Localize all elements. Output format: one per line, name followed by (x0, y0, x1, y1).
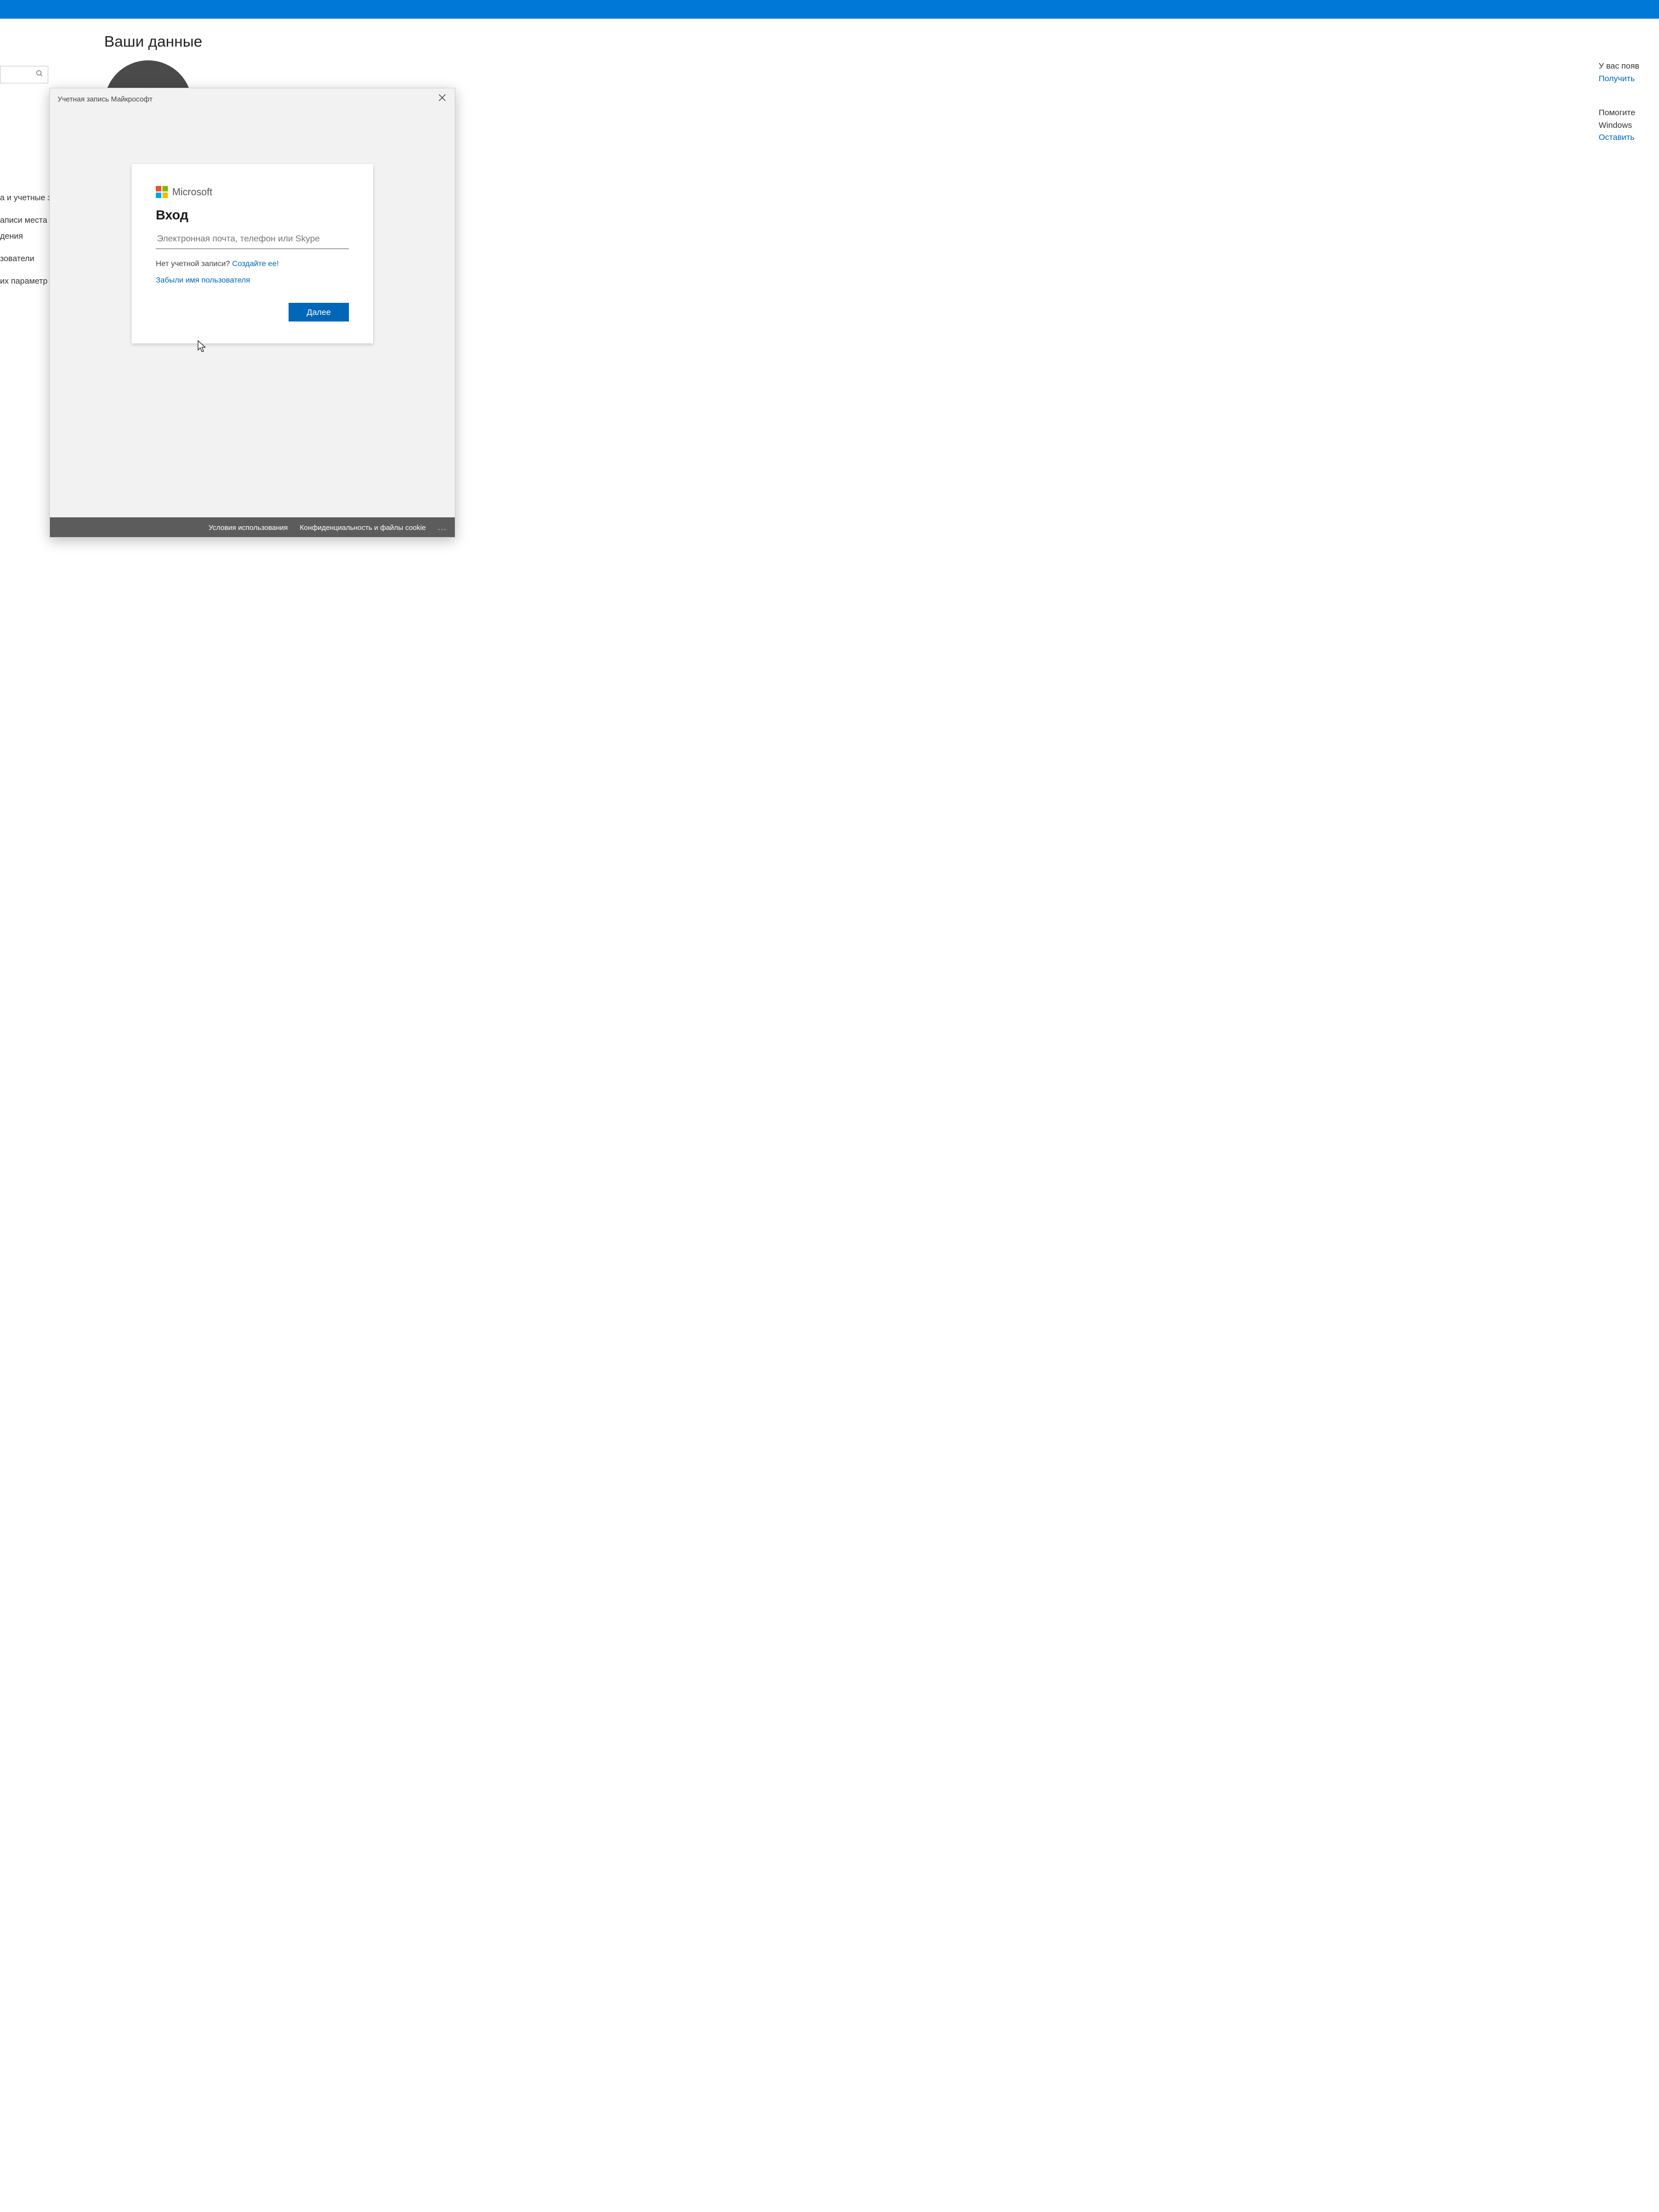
no-account-text: Нет учетной записи? (156, 259, 232, 268)
next-button[interactable]: Далее (289, 303, 349, 321)
right-pane-text: У вас появ (1599, 60, 1659, 73)
microsoft-brand-text: Microsoft (172, 187, 212, 198)
signin-identity-input[interactable] (156, 231, 349, 249)
microsoft-logo-icon (156, 186, 168, 198)
settings-search-input[interactable] (0, 66, 48, 83)
right-pane-text: Windows (1599, 120, 1659, 132)
right-pane-link[interactable]: Оставить (1599, 132, 1659, 144)
right-pane-text: Помогите (1599, 107, 1659, 120)
window-titlebar-accent (0, 0, 1659, 19)
footer-privacy-link[interactable]: Конфиденциальность и файлы cookie (300, 523, 426, 532)
footer-more-button[interactable]: ... (438, 523, 447, 532)
dialog-body: Microsoft Вход Нет учетной записи? Созда… (50, 109, 455, 517)
close-icon (439, 94, 445, 104)
ms-account-dialog: Учетная запись Майкрософт Microsoft Вход (49, 88, 455, 538)
settings-right-pane: У вас появ Получить Помогите Windows Ост… (1599, 60, 1659, 166)
search-icon (36, 70, 43, 80)
signin-heading: Вход (156, 208, 349, 223)
forgot-username-link[interactable]: Забыли имя пользователя (156, 275, 250, 284)
dialog-titlebar: Учетная запись Майкрософт (50, 88, 455, 109)
signin-card: Microsoft Вход Нет учетной записи? Созда… (132, 164, 373, 343)
footer-terms-link[interactable]: Условия использования (208, 523, 287, 532)
dialog-title: Учетная запись Майкрософт (58, 95, 153, 103)
microsoft-brand-row: Microsoft (156, 186, 349, 198)
close-button[interactable] (430, 88, 455, 109)
right-pane-link[interactable]: Получить (1599, 73, 1659, 86)
dialog-footer: Условия использования Конфиденциальность… (50, 517, 455, 537)
create-account-link[interactable]: Создайте ее! (232, 259, 279, 268)
page-title: Ваши данные (104, 33, 202, 50)
